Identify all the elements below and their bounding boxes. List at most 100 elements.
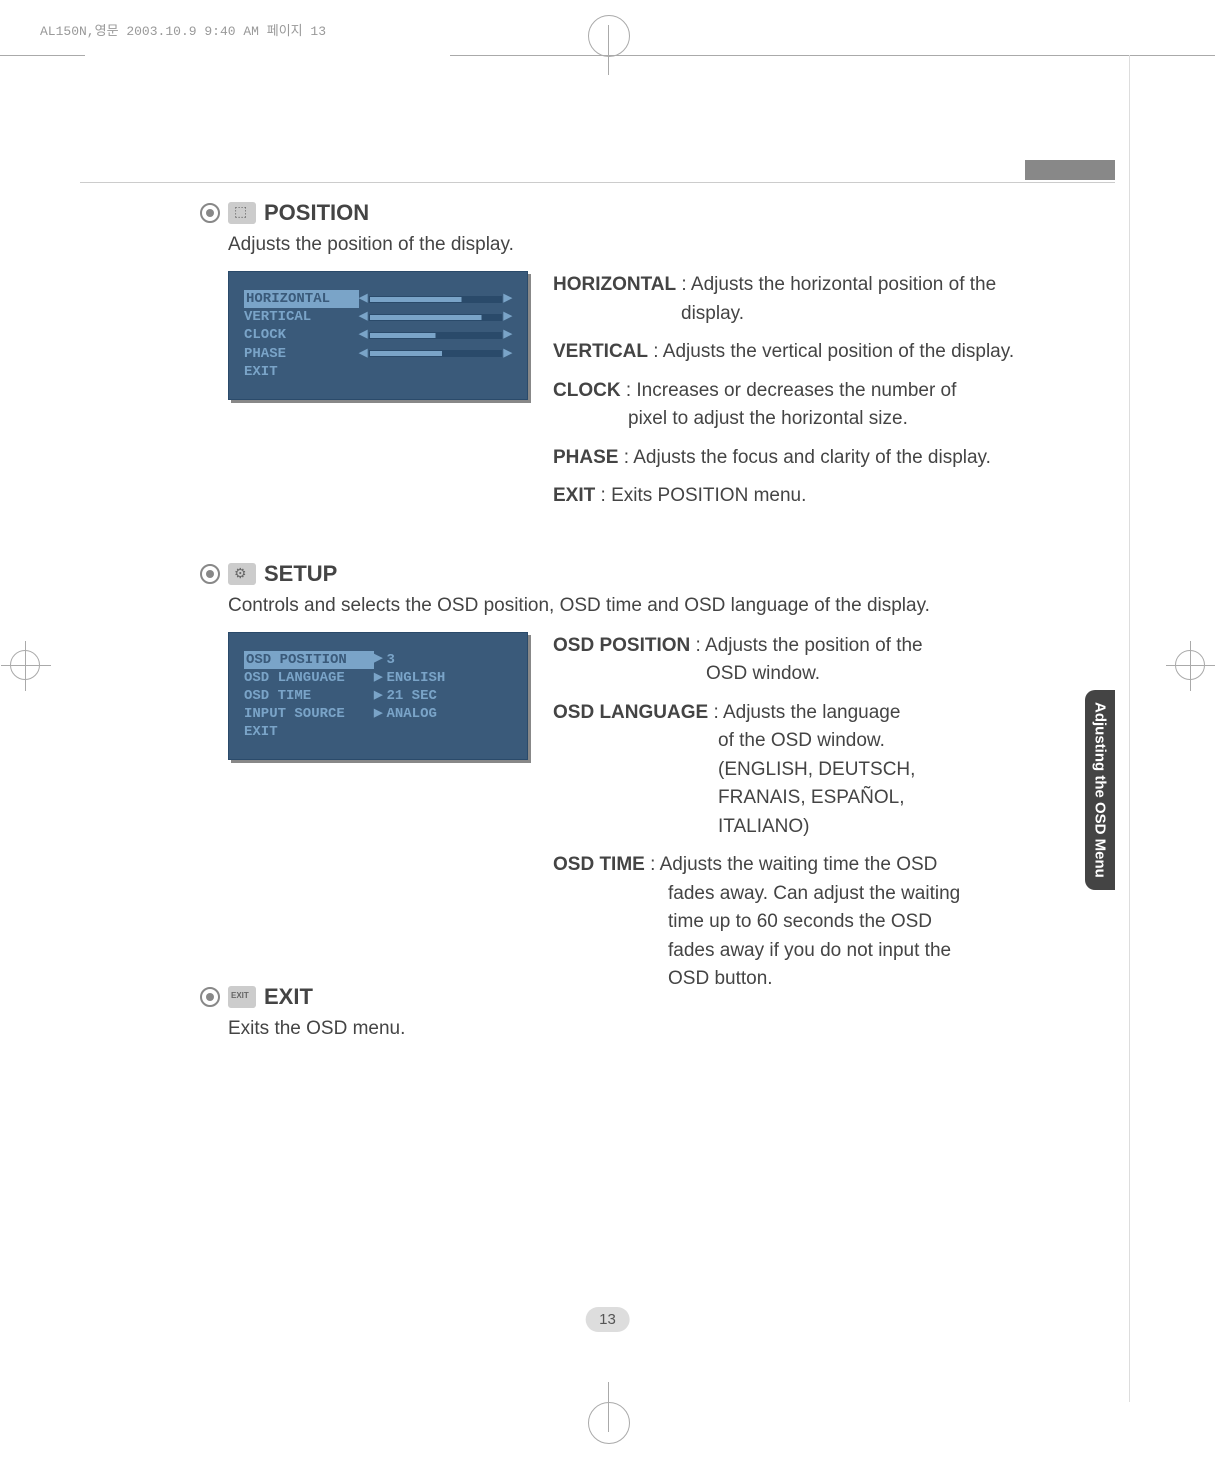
definition-text: : Adjusts the focus and clarity of the d… bbox=[618, 447, 990, 468]
slider-left-arrow-icon: ◀ bbox=[359, 347, 367, 361]
osd-row: CLOCK◀▶ bbox=[244, 326, 512, 344]
osd-label: OSD POSITION bbox=[244, 651, 374, 669]
osd-row: INPUT SOURCE▶ ANALOG bbox=[244, 705, 512, 723]
setup-osd-icon bbox=[228, 563, 256, 585]
definition: CLOCK : Increases or decreases the numbe… bbox=[553, 377, 1115, 434]
definition-continuation: time up to 60 seconds the OSD bbox=[553, 908, 1115, 937]
thumb-tab-top bbox=[1025, 160, 1115, 180]
definition-text: : Adjusts the language bbox=[708, 702, 900, 723]
osd-position-screenshot: HORIZONTAL◀▶VERTICAL◀▶CLOCK◀▶PHASE◀▶EXIT bbox=[228, 271, 528, 400]
osd-label: CLOCK bbox=[244, 326, 359, 344]
definition-term: OSD LANGUAGE bbox=[553, 702, 708, 723]
registration-right bbox=[1175, 650, 1205, 680]
osd-value-text: ANALOG bbox=[386, 705, 436, 723]
header-rule bbox=[80, 182, 1115, 183]
definition-term: OSD POSITION bbox=[553, 635, 690, 656]
osd-row: OSD TIME▶ 21 SEC bbox=[244, 687, 512, 705]
definition: EXIT : Exits POSITION menu. bbox=[553, 482, 1115, 511]
crop-line-left bbox=[0, 55, 85, 56]
slider-right-arrow-icon: ▶ bbox=[504, 347, 512, 361]
position-definitions: HORIZONTAL : Adjusts the horizontal posi… bbox=[553, 271, 1115, 521]
bullet-icon bbox=[200, 564, 220, 584]
definition-continuation: OSD button. bbox=[553, 965, 1115, 994]
definition-continuation: fades away. Can adjust the waiting bbox=[553, 880, 1115, 909]
section-description: Controls and selects the OSD position, O… bbox=[228, 595, 1115, 617]
definition-continuation: OSD window. bbox=[553, 660, 1115, 689]
slider-right-arrow-icon: ▶ bbox=[504, 292, 512, 306]
definition-term: EXIT bbox=[553, 485, 595, 506]
osd-slider: ◀▶ bbox=[359, 292, 512, 306]
osd-label: INPUT SOURCE bbox=[244, 705, 374, 723]
osd-label: OSD LANGUAGE bbox=[244, 669, 374, 687]
section-title: SETUP bbox=[264, 561, 337, 587]
definition-text: : Exits POSITION menu. bbox=[595, 485, 806, 506]
osd-row: HORIZONTAL◀▶ bbox=[244, 290, 512, 308]
osd-label: EXIT bbox=[244, 363, 359, 381]
slider-track bbox=[369, 332, 501, 339]
osd-row: PHASE◀▶ bbox=[244, 345, 512, 363]
definition-continuation: (ENGLISH, DEUTSCH, bbox=[553, 756, 1115, 785]
osd-value-text: 3 bbox=[386, 651, 394, 669]
osd-row: OSD POSITION▶ 3 bbox=[244, 651, 512, 669]
definition-continuation: ITALIANO) bbox=[553, 813, 1115, 842]
right-arrow-icon: ▶ bbox=[374, 707, 382, 721]
definition-term: CLOCK bbox=[553, 380, 621, 401]
slider-track bbox=[369, 296, 501, 303]
exit-osd-icon bbox=[228, 986, 256, 1008]
definition-term: HORIZONTAL bbox=[553, 274, 676, 295]
osd-value: ▶ ANALOG bbox=[374, 705, 437, 723]
definition: OSD TIME : Adjusts the waiting time the … bbox=[553, 851, 1115, 994]
definition-term: OSD TIME bbox=[553, 854, 645, 875]
osd-slider: ◀▶ bbox=[359, 310, 512, 324]
osd-value: ▶ 3 bbox=[374, 651, 395, 669]
osd-label: OSD TIME bbox=[244, 687, 374, 705]
osd-value-text: 21 SEC bbox=[386, 687, 436, 705]
definition-term: VERTICAL bbox=[553, 341, 648, 362]
section-description: Adjusts the position of the display. bbox=[228, 234, 1115, 256]
osd-label: PHASE bbox=[244, 345, 359, 363]
section-description: Exits the OSD menu. bbox=[228, 1018, 1115, 1040]
osd-slider: ◀▶ bbox=[359, 347, 512, 361]
section-title: EXIT bbox=[264, 984, 313, 1010]
definition-continuation: pixel to adjust the horizontal size. bbox=[553, 405, 1115, 434]
definition-term: PHASE bbox=[553, 447, 618, 468]
osd-row: VERTICAL◀▶ bbox=[244, 308, 512, 326]
side-tab: Adjusting the OSD Menu bbox=[1085, 690, 1115, 890]
osd-label: HORIZONTAL bbox=[244, 290, 359, 308]
section-header: SETUP bbox=[200, 561, 1115, 587]
osd-setup-screenshot: OSD POSITION▶ 3OSD LANGUAGE▶ ENGLISHOSD … bbox=[228, 632, 528, 761]
osd-row: EXIT bbox=[244, 723, 512, 741]
position-osd-icon bbox=[228, 202, 256, 224]
osd-row: EXIT bbox=[244, 363, 512, 381]
definition: HORIZONTAL : Adjusts the horizontal posi… bbox=[553, 271, 1115, 328]
page-number: 13 bbox=[585, 1307, 630, 1332]
section-title: POSITION bbox=[264, 200, 369, 226]
right-arrow-icon: ▶ bbox=[374, 671, 382, 685]
crop-line bbox=[450, 55, 1215, 56]
page-content: POSITION Adjusts the position of the dis… bbox=[200, 200, 1115, 1080]
osd-label: EXIT bbox=[244, 723, 374, 741]
section-position: POSITION Adjusts the position of the dis… bbox=[200, 200, 1115, 521]
section-setup: SETUP Controls and selects the OSD posit… bbox=[200, 561, 1115, 1004]
osd-value: ▶ 21 SEC bbox=[374, 687, 437, 705]
osd-value: ▶ ENGLISH bbox=[374, 669, 445, 687]
slider-left-arrow-icon: ◀ bbox=[359, 328, 367, 342]
bullet-icon bbox=[200, 987, 220, 1007]
slider-left-arrow-icon: ◀ bbox=[359, 310, 367, 324]
definition-continuation: FRANAIS, ESPAÑOL, bbox=[553, 784, 1115, 813]
definition-text: : Increases or decreases the number of bbox=[621, 380, 957, 401]
definition-continuation: display. bbox=[553, 300, 1115, 329]
definition: VERTICAL : Adjusts the vertical position… bbox=[553, 338, 1115, 367]
definition: PHASE : Adjusts the focus and clarity of… bbox=[553, 444, 1115, 473]
page-edge-right bbox=[1129, 55, 1130, 1402]
slider-track bbox=[369, 350, 501, 357]
slider-track bbox=[369, 314, 501, 321]
definition-continuation: fades away if you do not input the bbox=[553, 937, 1115, 966]
print-header: AL150N,영문 2003.10.9 9:40 AM 페이지 13 bbox=[40, 20, 326, 39]
definition-text: : Adjusts the vertical position of the d… bbox=[648, 341, 1014, 362]
definition-text: : Adjusts the position of the bbox=[690, 635, 922, 656]
registration-left bbox=[10, 650, 40, 680]
right-arrow-icon: ▶ bbox=[374, 689, 382, 703]
slider-left-arrow-icon: ◀ bbox=[359, 292, 367, 306]
osd-slider: ◀▶ bbox=[359, 328, 512, 342]
